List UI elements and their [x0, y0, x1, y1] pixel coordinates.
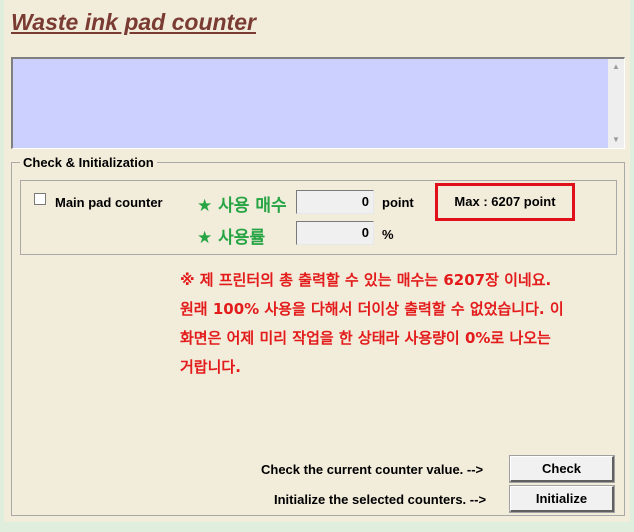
main-pad-label: Main pad counter: [55, 195, 163, 210]
usage-count-unit: point: [382, 195, 414, 210]
scroll-up-icon[interactable]: ▲: [608, 59, 624, 75]
main-pad-checkbox[interactable]: [34, 193, 46, 205]
message-textarea[interactable]: ▲ ▼: [11, 57, 625, 149]
textarea-scrollbar[interactable]: ▲ ▼: [608, 59, 624, 148]
max-point-label: Max : 6207 point: [435, 183, 575, 221]
initialize-button[interactable]: Initialize: [509, 485, 615, 513]
scroll-down-icon[interactable]: ▼: [608, 132, 624, 148]
check-button[interactable]: Check: [509, 455, 615, 483]
main-panel: Waste ink pad counter ▲ ▼ Check & Initia…: [4, 0, 630, 522]
main-pad-box: Main pad counter ★ 사용 매수 0 point ★ 사용률 0…: [20, 180, 617, 255]
initialize-row-label: Initialize the selected counters. -->: [274, 492, 487, 507]
groupbox-legend: Check & Initialization: [20, 155, 157, 170]
usage-rate-unit: %: [382, 227, 394, 242]
annotation-note: ※ 제 프린터의 총 출력할 수 있는 매수는 6207장 이네요. 원래 10…: [180, 266, 620, 382]
usage-rate-label: ★ 사용률: [197, 228, 266, 248]
note-line: 거랍니다.: [180, 358, 241, 376]
note-line: 화면은 어제 미리 작업을 한 상태라 사용량이 0%로 나오는: [180, 329, 551, 347]
check-row-label: Check the current counter value. -->: [261, 462, 484, 477]
page-title: Waste ink pad counter: [11, 9, 256, 35]
check-init-groupbox: Check & Initialization Main pad counter …: [11, 155, 625, 516]
note-line: ※ 제 프린터의 총 출력할 수 있는 매수는 6207장 이네요.: [180, 271, 552, 289]
note-line: 원래 100% 사용을 다해서 더이상 출력할 수 없었습니다. 이: [180, 300, 564, 318]
usage-count-label: ★ 사용 매수: [197, 196, 287, 216]
usage-count-field: 0: [296, 190, 374, 214]
usage-rate-field: 0: [296, 221, 374, 245]
